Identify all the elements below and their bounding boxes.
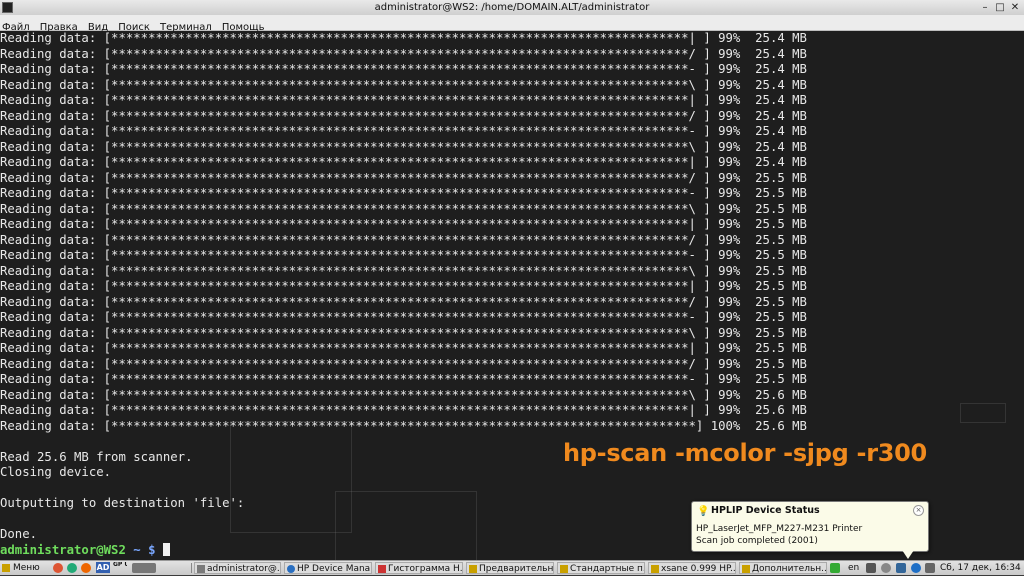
progress-line: Reading data: [*************************… [0, 372, 807, 386]
start-menu-button[interactable]: Меню [13, 561, 40, 575]
output-destination-line: Outputting to destination 'file': [0, 496, 245, 510]
progress-line: Reading data: [*************************… [0, 232, 807, 247]
task-hp-device-manager[interactable]: HP Device Mana... [284, 562, 372, 574]
menu-bar: Файл Правка Вид Поиск Терминал Помощь [0, 15, 1024, 33]
progress-line: Reading data: [*************************… [0, 108, 807, 123]
terminal-output[interactable]: Reading data: [*************************… [0, 31, 1024, 560]
progress-line: Reading data: [*************************… [0, 248, 807, 262]
closing-device-line: Closing device. [0, 465, 112, 479]
terminal-icon [197, 565, 205, 573]
progress-line: Reading data: [*************************… [0, 186, 807, 200]
progress-line: Reading data: [*************************… [0, 155, 807, 169]
terminal-cursor[interactable] [162, 542, 170, 556]
progress-line: Reading data: [*************************… [0, 62, 807, 76]
hplip-notification[interactable]: 💡 HPLIP Device Status × HP_LaserJet_MFP_… [691, 501, 929, 559]
progress-line: Reading data: [*************************… [0, 341, 807, 355]
chrome-icon[interactable] [67, 563, 77, 573]
display-icon[interactable] [866, 563, 876, 573]
progress-line: Reading data: [*************************… [0, 170, 807, 185]
task-xsane[interactable]: xsane 0.999 HP... [648, 562, 736, 574]
progress-line: Reading data: [*************************… [0, 93, 807, 107]
menu-icon[interactable] [2, 561, 10, 575]
progress-line: Reading data: [*************************… [0, 279, 807, 293]
task-preview[interactable]: Предварительн... [466, 562, 554, 574]
notification-pointer [902, 550, 914, 559]
network-icon[interactable] [830, 563, 840, 573]
progress-line: Reading data: [*************************… [0, 217, 807, 231]
command-caption: hp-scan -mcolor -sjpg -r300 [563, 439, 927, 467]
window-title: administrator@WS2: /home/DOMAIN.ALT/admi… [374, 2, 650, 13]
notification-close-icon[interactable]: × [913, 505, 924, 516]
clock[interactable]: Сб, 17 дек, 16:34 [940, 561, 1021, 575]
progress-line: Reading data: [*************************… [0, 325, 807, 340]
xsane-icon [742, 565, 750, 573]
hp-icon [287, 565, 295, 573]
notification-message: Scan job completed (2001) [696, 536, 818, 546]
ad-icon[interactable]: AD [96, 562, 110, 573]
task-histogram[interactable]: Гистограмма Н... [375, 562, 463, 574]
notification-title: HPLIP Device Status [711, 505, 820, 516]
close-button[interactable]: ✕ [1009, 2, 1021, 13]
xsane-icon [651, 565, 659, 573]
printer-icon[interactable] [925, 563, 935, 573]
read-summary-line: Read 25.6 MB from scanner. [0, 449, 193, 464]
progress-line: Reading data: [*************************… [0, 403, 807, 417]
notification-device: HP_LaserJet_MFP_M227-M231 Printer [696, 524, 863, 534]
taskbar: Меню AD GP UI administrator@... HP Devic… [0, 560, 1024, 575]
progress-line: Reading data: [*************************… [0, 46, 807, 61]
keyboard-layout[interactable]: en [848, 561, 859, 575]
progress-line: Reading data: [*************************… [0, 418, 807, 433]
xsane-icon [560, 565, 568, 573]
task-additional[interactable]: Дополнительн... [739, 562, 827, 574]
histogram-icon [378, 565, 386, 573]
task-standard[interactable]: Стандартные п... [557, 562, 645, 574]
task-terminal[interactable]: administrator@... [194, 562, 281, 574]
progress-line: Reading data: [*************************… [0, 387, 807, 402]
prompt-user: administrator@WS2 [0, 542, 126, 557]
progress-line: Reading data: [*************************… [0, 201, 807, 216]
volume-icon[interactable] [881, 563, 891, 573]
progress-line: Reading data: [*************************… [0, 294, 807, 309]
progress-line: Reading data: [*************************… [0, 31, 807, 45]
hp-tray-icon[interactable] [911, 563, 921, 573]
progress-line: Reading data: [*************************… [0, 356, 807, 371]
update-icon[interactable] [896, 563, 906, 573]
progress-line: Reading data: [*************************… [0, 310, 807, 324]
progress-line: Reading data: [*************************… [0, 124, 807, 138]
terminal-icon[interactable] [132, 563, 156, 573]
window-titlebar[interactable]: administrator@WS2: /home/DOMAIN.ALT/admi… [0, 0, 1024, 16]
firefox-icon[interactable] [81, 563, 91, 573]
chrome-icon[interactable] [53, 563, 63, 573]
maximize-button[interactable]: □ [994, 2, 1006, 13]
progress-line: Reading data: [*************************… [0, 139, 807, 154]
taskbar-separator [191, 563, 192, 573]
prompt-path: ~ $ [133, 542, 156, 557]
done-line: Done. [0, 527, 38, 541]
progress-line: Reading data: [*************************… [0, 263, 807, 278]
xsane-icon [469, 565, 477, 573]
minimize-button[interactable]: – [979, 2, 991, 13]
lightbulb-icon: 💡 [697, 506, 710, 517]
terminal-text: Reading data: [*************************… [0, 31, 1024, 558]
progress-line: Reading data: [*************************… [0, 77, 807, 92]
